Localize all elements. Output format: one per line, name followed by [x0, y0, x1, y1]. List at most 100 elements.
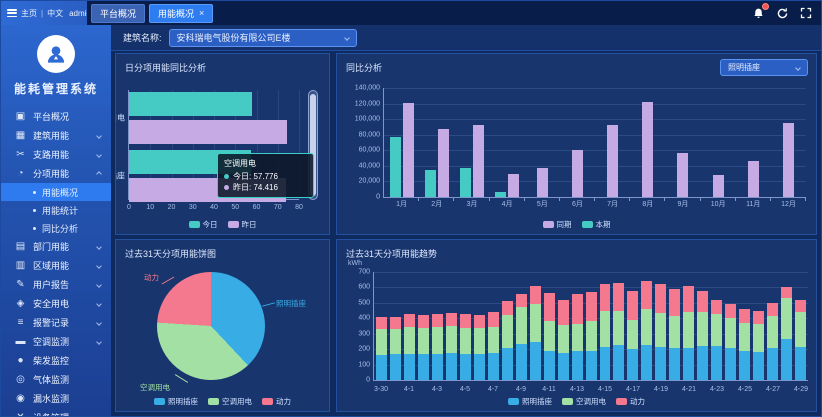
bar-昨日-空调用电[interactable]	[129, 120, 287, 144]
stacked-bar-4-6[interactable]	[474, 272, 485, 380]
bar-同期-9月[interactable]	[677, 153, 688, 197]
stacked-bar-4-1[interactable]	[404, 272, 415, 380]
sidebar-item-0[interactable]: ▣平台概况	[1, 107, 111, 126]
x-tick-label: 12月	[781, 199, 796, 209]
stacked-bar-4-21[interactable]	[683, 272, 694, 380]
stacked-bar-4-4[interactable]	[446, 272, 457, 380]
stacked-bar-4-11[interactable]	[544, 272, 555, 380]
segment-空调用电	[376, 329, 387, 354]
fullscreen-icon[interactable]	[799, 6, 813, 20]
sidebar-item-6[interactable]: ✎用户报告	[1, 275, 111, 294]
bar-同期-6月[interactable]	[572, 150, 583, 197]
water-icon: ◉	[14, 393, 27, 404]
stacked-bar-4-19[interactable]	[655, 272, 666, 380]
stacked-bar-4-2[interactable]	[418, 272, 429, 380]
close-icon[interactable]: ×	[199, 8, 204, 18]
refresh-icon[interactable]	[775, 6, 789, 20]
legend-item[interactable]: 动力	[262, 396, 291, 407]
stacked-bar-4-12[interactable]	[558, 272, 569, 380]
bar-同期-3月[interactable]	[473, 125, 484, 197]
building-label: 建筑名称:	[123, 31, 162, 44]
legend-item[interactable]: 同期	[543, 219, 572, 230]
bar-本期-2月[interactable]	[425, 170, 436, 197]
sidebar-item-10[interactable]: ●柴发监控	[1, 351, 111, 370]
sidebar-item-12[interactable]: ◉漏水监测	[1, 389, 111, 408]
segment-动力	[390, 317, 401, 329]
bell-icon[interactable]	[751, 6, 765, 20]
legend-item[interactable]: 照明插座	[154, 396, 198, 407]
sidebar-item-8[interactable]: ≡报警记录	[1, 313, 111, 332]
legend-item[interactable]: 空调用电	[208, 396, 252, 407]
stacked-bar-4-15[interactable]	[600, 272, 611, 380]
stacked-bar-3-31[interactable]	[390, 272, 401, 380]
sidebar-subitem-3-1[interactable]: 用能统计	[1, 201, 111, 219]
stacked-bar-4-27[interactable]	[767, 272, 778, 380]
stacked-bar-4-22[interactable]	[697, 272, 708, 380]
bar-同期-12月[interactable]	[783, 123, 794, 197]
sidebar-item-13[interactable]: ✕设备管理	[1, 408, 111, 416]
bar-今日-空调用电[interactable]	[129, 92, 252, 116]
tab-0[interactable]: 平台概况	[91, 4, 145, 23]
legend-item[interactable]: 动力	[616, 396, 645, 407]
panel-title: 过去31天分项用能趋势	[346, 247, 437, 260]
series-filter-select[interactable]: 照明插座	[720, 59, 808, 76]
hamburger-icon[interactable]	[7, 9, 17, 17]
stacked-bar-4-16[interactable]	[613, 272, 624, 380]
pie-chart[interactable]	[157, 272, 265, 380]
bar-同期-5月[interactable]	[537, 168, 548, 197]
sidebar-item-11[interactable]: ◎气体监测	[1, 370, 111, 389]
bar-同期-7月[interactable]	[607, 125, 618, 197]
legend-item[interactable]: 空调用电	[562, 396, 606, 407]
sidebar-item-1[interactable]: ▦建筑用能	[1, 126, 111, 145]
sidebar-subitem-3-0[interactable]: 用能概况	[1, 183, 111, 201]
legend-item[interactable]: 昨日	[228, 219, 257, 230]
stacked-bar-3-30[interactable]	[376, 272, 387, 380]
sidebar-subitem-3-2[interactable]: 同比分析	[1, 219, 111, 237]
stacked-bar-4-7[interactable]	[488, 272, 499, 380]
x-tick-label: 4-23	[710, 386, 724, 393]
bar-本期-1月[interactable]	[390, 137, 401, 197]
segment-空调用电	[613, 311, 624, 345]
segment-动力	[669, 289, 680, 316]
bar-同期-4月[interactable]	[508, 174, 519, 197]
sidebar-item-3[interactable]: ◔分项用能	[1, 164, 111, 183]
bar-同期-11月[interactable]	[748, 161, 759, 197]
stacked-bar-4-13[interactable]	[572, 272, 583, 380]
bar-本期-4月[interactable]	[495, 192, 506, 197]
legend-item[interactable]: 本期	[582, 219, 611, 230]
clock-icon: ◔	[14, 168, 27, 179]
stacked-bar-4-9[interactable]	[516, 272, 527, 380]
sidebar-item-9[interactable]: ▬空调监测	[1, 332, 111, 351]
sidebar-item-2[interactable]: ✂支路用能	[1, 145, 111, 164]
bar-同期-2月[interactable]	[438, 129, 449, 198]
bar-同期-8月[interactable]	[642, 102, 653, 197]
stacked-bar-4-23[interactable]	[711, 272, 722, 380]
sidebar-item-5[interactable]: ▥区域用能	[1, 256, 111, 275]
language-link[interactable]: 中文	[47, 8, 63, 19]
stacked-bar-4-28[interactable]	[781, 272, 792, 380]
legend-item[interactable]: 今日	[189, 219, 218, 230]
sidebar-item-7[interactable]: ◈安全用电	[1, 294, 111, 313]
tab-1[interactable]: 用能概况×	[149, 4, 213, 23]
stacked-bar-4-14[interactable]	[586, 272, 597, 380]
stacked-bar-4-26[interactable]	[753, 272, 764, 380]
stacked-bar-4-20[interactable]	[669, 272, 680, 380]
stacked-bar-4-29[interactable]	[795, 272, 806, 380]
bar-同期-1月[interactable]	[403, 103, 414, 197]
stacked-bar-4-25[interactable]	[739, 272, 750, 380]
stacked-bar-4-10[interactable]	[530, 272, 541, 380]
legend-item[interactable]: 照明插座	[508, 396, 552, 407]
sidebar-item-4[interactable]: ▤部门用能	[1, 237, 111, 256]
home-link[interactable]: 主页	[21, 8, 37, 19]
stacked-bar-4-24[interactable]	[725, 272, 736, 380]
bar-同期-10月[interactable]	[713, 175, 724, 197]
building-select[interactable]: 安科瑞电气股份有限公司E楼	[169, 29, 357, 47]
bar-本期-3月[interactable]	[460, 168, 471, 197]
segment-空调用电	[600, 311, 611, 346]
stacked-bar-4-3[interactable]	[432, 272, 443, 380]
stacked-bar-4-18[interactable]	[641, 272, 652, 380]
stacked-bar-4-8[interactable]	[502, 272, 513, 380]
stacked-bar-4-5[interactable]	[460, 272, 471, 380]
segment-动力	[488, 312, 499, 327]
stacked-bar-4-17[interactable]	[627, 272, 638, 380]
